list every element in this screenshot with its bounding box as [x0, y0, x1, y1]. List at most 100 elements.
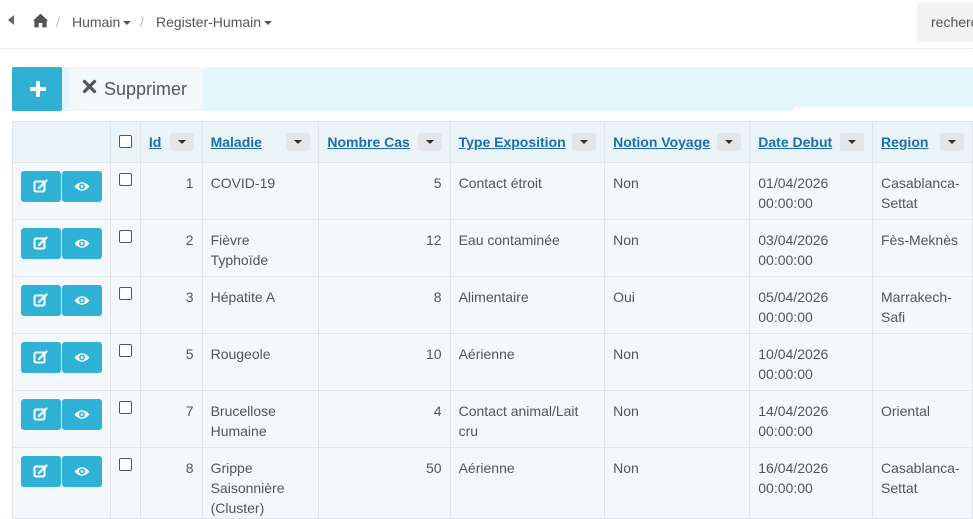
- column-header-label[interactable]: Type Exposition: [459, 134, 566, 150]
- cell-notion-voyage: Non: [604, 333, 751, 391]
- breadcrumb-separator: /: [56, 14, 60, 30]
- eye-icon: [74, 296, 90, 305]
- breadcrumb-item-humain[interactable]: Humain: [72, 14, 132, 30]
- cell-date-debut: 03/04/2026 00:00:00: [749, 219, 873, 277]
- breadcrumb-item-register-humain[interactable]: Register-Humain: [156, 14, 273, 30]
- row-checkbox[interactable]: [118, 458, 132, 471]
- column-menu-button[interactable]: [839, 133, 864, 151]
- search-input[interactable]: [917, 2, 973, 42]
- column-menu-button[interactable]: [940, 133, 964, 151]
- collapse-caret-icon[interactable]: [8, 15, 14, 25]
- toolbar-divider: [794, 107, 973, 113]
- cell-nombre-cas: 8: [318, 276, 451, 334]
- view-button[interactable]: [62, 399, 102, 430]
- column-header-label[interactable]: Nombre Cas: [327, 134, 409, 150]
- eye-icon: [74, 182, 90, 191]
- row-checkbox[interactable]: [118, 230, 132, 243]
- row-select: [109, 219, 141, 277]
- cell-date-debut: 01/04/2026 00:00:00: [749, 162, 873, 220]
- cell-type-exposition: Alimentaire: [449, 276, 606, 334]
- select-all-checkbox[interactable]: [118, 135, 132, 148]
- column-header-notion-voyage: Notion Voyage: [604, 121, 751, 163]
- cell-date-debut: 05/04/2026 00:00:00: [749, 276, 873, 334]
- eye-icon: [74, 467, 90, 476]
- cell-type-exposition: Aérienne: [449, 447, 606, 519]
- view-button[interactable]: [62, 342, 102, 373]
- cell-region: Oriental: [871, 390, 973, 448]
- eye-icon: [74, 353, 90, 362]
- row-checkbox[interactable]: [118, 287, 132, 300]
- row-checkbox[interactable]: [118, 344, 132, 357]
- column-menu-button[interactable]: [286, 133, 311, 151]
- cell-id: 1: [139, 162, 203, 220]
- cell-type-exposition: Eau contaminée: [449, 219, 606, 277]
- row-select: [109, 333, 141, 391]
- cell-id: 2: [139, 219, 203, 277]
- edit-icon: [33, 236, 48, 250]
- row-checkbox[interactable]: [118, 401, 132, 414]
- edit-button[interactable]: [21, 342, 61, 373]
- column-header-maladie: Maladie: [201, 121, 320, 163]
- add-button[interactable]: [12, 67, 62, 111]
- edit-button[interactable]: [21, 171, 61, 202]
- cell-maladie: Brucellose Humaine: [201, 390, 320, 448]
- column-header-label[interactable]: Maladie: [211, 134, 262, 150]
- row-actions: [12, 219, 111, 277]
- edit-icon: [33, 464, 48, 478]
- edit-button[interactable]: [21, 228, 61, 259]
- column-header-label[interactable]: Region: [881, 134, 928, 150]
- cell-date-debut: 16/04/2026 00:00:00: [749, 447, 873, 519]
- breadcrumb-label: Register-Humain: [156, 14, 262, 30]
- edit-icon: [33, 350, 48, 364]
- cell-maladie: Fièvre Typhoïde: [201, 219, 320, 277]
- column-header-id: Id: [139, 121, 203, 163]
- row-select: [109, 276, 141, 334]
- cell-notion-voyage: Non: [604, 162, 751, 220]
- close-icon: [82, 79, 97, 94]
- eye-icon: [74, 410, 90, 419]
- edit-button[interactable]: [21, 399, 61, 430]
- edit-icon: [33, 179, 48, 193]
- view-button[interactable]: [62, 228, 102, 259]
- view-button[interactable]: [62, 171, 102, 202]
- table-row[interactable]: 5 Rougeole 10 Aérienne Non 10/04/2026 00…: [12, 333, 973, 391]
- table-row[interactable]: 7 Brucellose Humaine 4 Contact animal/La…: [12, 390, 973, 448]
- cell-region: [871, 333, 973, 391]
- cell-region: Marrakech-Safi: [871, 276, 973, 334]
- column-menu-button[interactable]: [572, 133, 597, 151]
- table-row[interactable]: 2 Fièvre Typhoïde 12 Eau contaminée Non …: [12, 219, 973, 277]
- row-actions: [12, 333, 111, 391]
- table-body: 1 COVID-19 5 Contact étroit Non 01/04/20…: [12, 162, 973, 519]
- column-header-type-exposition: Type Exposition: [449, 121, 606, 163]
- view-button[interactable]: [62, 456, 102, 487]
- row-actions: [12, 276, 111, 334]
- cell-type-exposition: Contact animal/Lait cru: [449, 390, 606, 448]
- cell-maladie: Rougeole: [201, 333, 320, 391]
- cell-id: 3: [139, 276, 203, 334]
- table-row[interactable]: 8 Grippe Saisonnière (Cluster) 50 Aérien…: [12, 447, 973, 519]
- column-menu-button[interactable]: [417, 133, 442, 151]
- edit-icon: [33, 293, 48, 307]
- actions-header: [12, 121, 111, 163]
- table-row[interactable]: 1 COVID-19 5 Contact étroit Non 01/04/20…: [12, 162, 973, 220]
- cell-nombre-cas: 12: [318, 219, 451, 277]
- column-menu-button[interactable]: [717, 133, 742, 151]
- row-actions: [12, 162, 111, 220]
- column-menu-button[interactable]: [169, 133, 194, 151]
- row-checkbox[interactable]: [118, 173, 132, 186]
- table-row[interactable]: 3 Hépatite A 8 Alimentaire Oui 05/04/202…: [12, 276, 973, 334]
- cell-nombre-cas: 10: [318, 333, 451, 391]
- column-header-label[interactable]: Id: [149, 134, 161, 150]
- top-bar: / Humain / Register-Humain: [0, 0, 973, 49]
- view-button[interactable]: [62, 285, 102, 316]
- cell-type-exposition: Aérienne: [449, 333, 606, 391]
- edit-button[interactable]: [21, 456, 61, 487]
- cell-maladie: Hépatite A: [201, 276, 320, 334]
- edit-button[interactable]: [21, 285, 61, 316]
- cell-date-debut: 10/04/2026 00:00:00: [749, 333, 873, 391]
- column-header-label[interactable]: Date Debut: [758, 134, 832, 150]
- cell-region: Casablanca-Settat: [871, 162, 973, 220]
- delete-button[interactable]: Supprimer: [70, 67, 203, 111]
- home-icon[interactable]: [32, 12, 49, 29]
- column-header-label[interactable]: Notion Voyage: [613, 134, 710, 150]
